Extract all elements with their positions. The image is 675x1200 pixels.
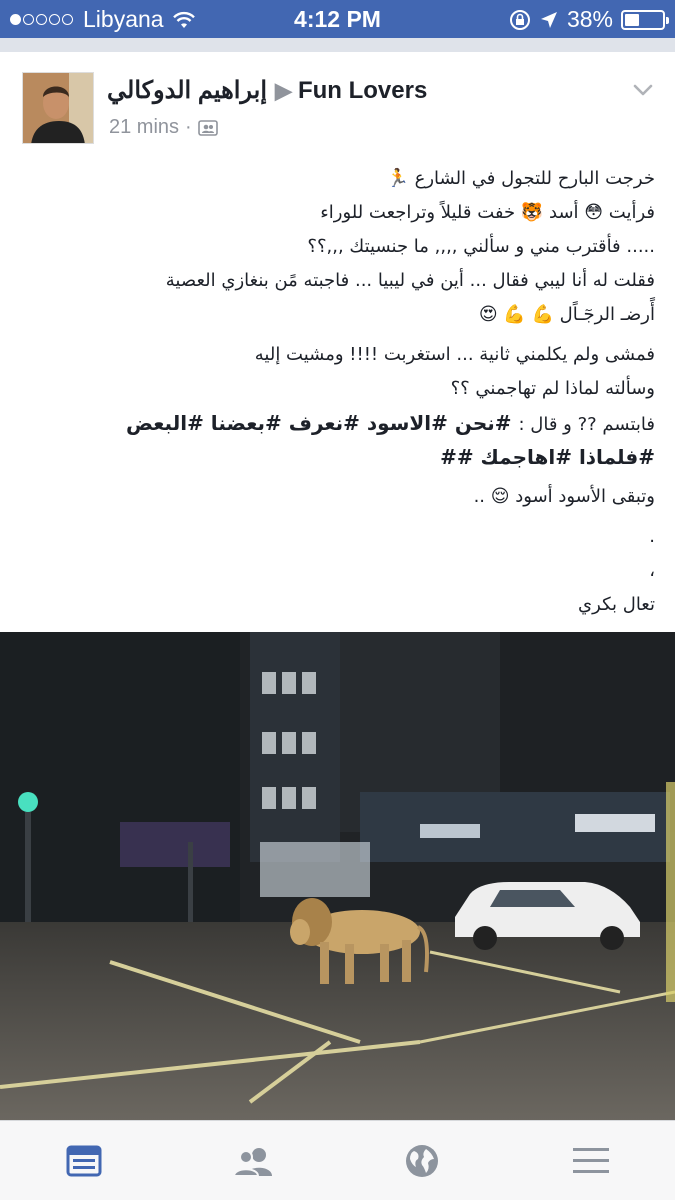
hashtags[interactable]: #نحن #الاسود #نعرف #بعضنا #البعض (126, 411, 512, 435)
header-separator (0, 38, 675, 52)
flushed-emoji: 😳 (584, 202, 604, 223)
runner-emoji: 🏃 (386, 168, 409, 189)
post-line: فرأيت 😳 أسد 🐯 خفت قليلاً وتراجعت للوراء (20, 196, 655, 230)
menu-icon[interactable] (572, 1146, 610, 1176)
news-feed-icon[interactable] (66, 1145, 102, 1177)
muscle-emoji: 💪 (531, 304, 554, 325)
rotation-lock-icon (509, 9, 530, 30)
tab-news-feed[interactable] (0, 1121, 169, 1200)
post-line: أًرضـ الرجٓـاًل 💪 💪 😍 (20, 298, 655, 338)
tab-notifications[interactable] (338, 1121, 507, 1200)
friends-privacy-icon (197, 119, 218, 136)
relieved-emoji: 😌 (490, 486, 510, 507)
location-arrow-icon (540, 11, 557, 28)
chevron-down-icon[interactable] (633, 80, 653, 100)
post-line: فمشى ولم يكلمني ثانية ... استغربت !!!! و… (254, 344, 655, 365)
post-text: خرجت البارح للتجول في الشارع 🏃 فرأيت 😳 أ… (20, 162, 655, 622)
globe-icon[interactable] (404, 1143, 440, 1179)
post-line: ، (649, 560, 655, 581)
post-line: وسألته لماذا لم تهاجمني ؟؟ (450, 378, 655, 399)
group-name[interactable]: Fun Lovers (298, 77, 427, 105)
post-header-title: إبراهيم الدوكالي ▶ Fun Lovers (107, 76, 427, 105)
tiger-emoji: 🐯 (520, 202, 544, 223)
hashtags[interactable]: #فلماذا #اهاجمك ## (20, 440, 655, 474)
tab-menu[interactable] (506, 1121, 675, 1200)
friends-icon[interactable] (232, 1145, 274, 1177)
post-line: خرجت البارح للتجول في الشارع 🏃 (20, 162, 655, 196)
post-time[interactable]: 21 mins (109, 116, 179, 139)
muscle-emoji: 💪 (503, 304, 526, 325)
bottom-tab-bar (0, 1120, 675, 1200)
heart-eyes-emoji: 😍 (478, 304, 498, 325)
status-right: 38% (501, 6, 669, 33)
post-line: . (649, 526, 655, 547)
post-meta: 21 mins · (109, 116, 218, 139)
status-bar: Libyana 4:12 PM 38% (0, 0, 675, 38)
post-line: ..... فأقترب مني و سألني ,,,, ما جنسيتك … (307, 236, 655, 257)
post-line: وتبقى الأسود أسود 😌 .. (20, 480, 655, 520)
avatar[interactable] (22, 72, 94, 144)
tab-friends[interactable] (169, 1121, 338, 1200)
meta-separator: · (185, 116, 192, 138)
post-card: إبراهيم الدوكالي ▶ Fun Lovers 21 mins · … (0, 52, 675, 1120)
battery-icon (621, 9, 669, 30)
post-photo[interactable] (0, 632, 675, 1120)
battery-percent: 38% (566, 6, 613, 32)
post-line: تعال بكري (578, 594, 655, 615)
author-name[interactable]: إبراهيم الدوكالي (107, 76, 267, 105)
post-line: فابتسم ?? و قال : #نحن #الاسود #نعرف #بع… (125, 411, 655, 435)
arrow-right-icon: ▶ (275, 77, 292, 103)
post-line: فقلت له أنا ليبي فقال ... أين في ليبيا .… (165, 270, 655, 291)
